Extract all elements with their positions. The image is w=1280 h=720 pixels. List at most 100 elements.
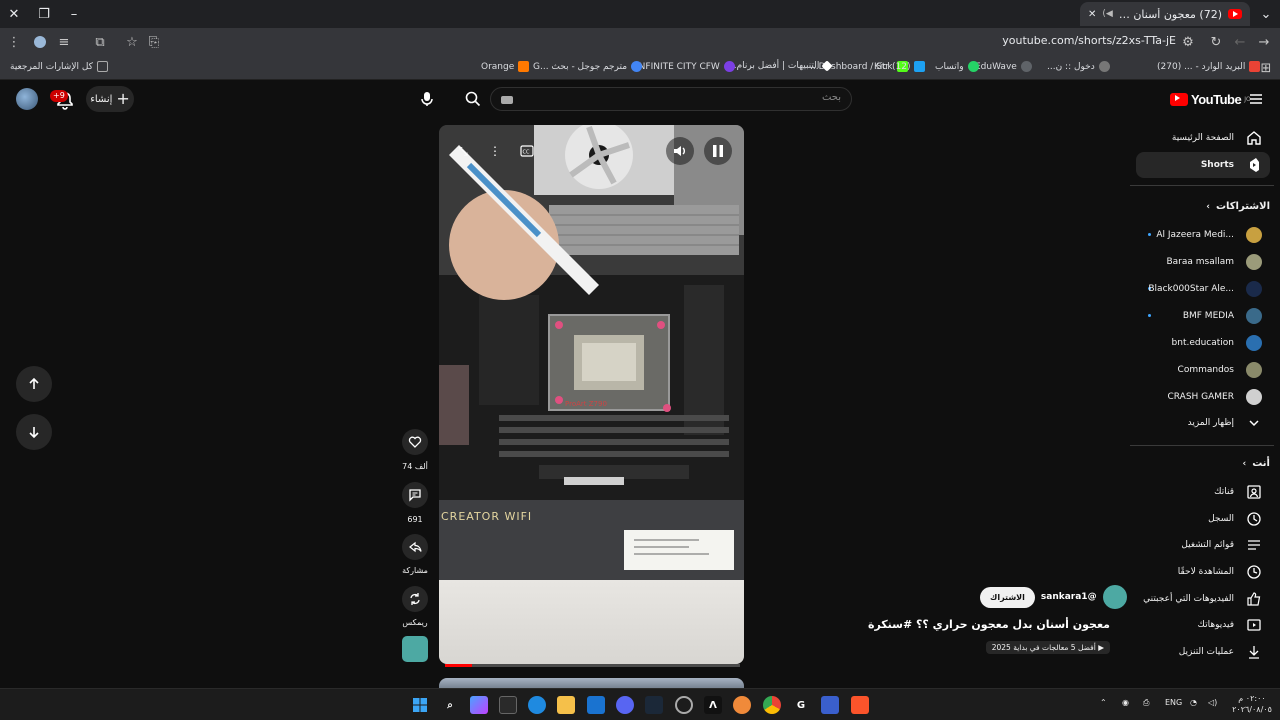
- subscriptions-header[interactable]: ‹ الاشتراكات: [1206, 201, 1270, 212]
- sidebar-item-downloads[interactable]: عمليات التنزيل: [1136, 639, 1270, 665]
- bookmark-item[interactable]: التنبيهات | أفضل برنام...: [728, 60, 834, 72]
- start-icon[interactable]: [411, 696, 429, 714]
- restore-window-icon[interactable]: ❐: [34, 4, 54, 24]
- bookmark-item[interactable]: البريد الوارد - ... (270): [1157, 61, 1261, 72]
- captions-icon[interactable]: CC: [513, 137, 541, 165]
- sidebar-item-history[interactable]: السجل: [1136, 506, 1270, 532]
- you-header[interactable]: ‹ أنت: [1243, 458, 1271, 469]
- back-icon[interactable]: →: [1254, 32, 1274, 52]
- tray-app-icon[interactable]: ◉: [1122, 698, 1129, 707]
- bookmark-item[interactable]: دخول :: ن...: [1047, 61, 1110, 72]
- audio-playing-icon[interactable]: ◀): [1102, 9, 1112, 19]
- channel-handle[interactable]: @sankara1: [1041, 592, 1097, 602]
- fullscreen-icon[interactable]: ⤡: [449, 137, 477, 165]
- store-icon[interactable]: [499, 696, 517, 714]
- sidebar-item-watch-later[interactable]: المشاهدة لاحقًا: [1136, 559, 1270, 585]
- discord-icon[interactable]: [616, 696, 634, 714]
- user-avatar[interactable]: [16, 88, 38, 110]
- edge-icon[interactable]: [528, 696, 546, 714]
- app-icon[interactable]: [821, 696, 839, 714]
- network-icon[interactable]: ◔: [1190, 698, 1197, 707]
- channel-avatar: [1246, 335, 1262, 351]
- site-settings-icon[interactable]: ⚙: [1178, 32, 1198, 52]
- reload-icon[interactable]: ↻: [1206, 32, 1226, 52]
- steam-icon[interactable]: [645, 696, 663, 714]
- shorts-video-player[interactable]: CREATOR WIFI ProArt Z790 ⤡ ⋮ CC: [439, 125, 744, 664]
- sidebar-item-your-videos[interactable]: فيديوهاتك: [1136, 612, 1270, 638]
- volume-tray-icon[interactable]: ◁): [1208, 698, 1217, 707]
- close-tab-icon[interactable]: ✕: [1088, 9, 1096, 20]
- short-title[interactable]: معجون أسنان بدل معجون حراري ؟؟ #سنكرة: [868, 618, 1110, 631]
- app-icon[interactable]: Λ: [704, 696, 722, 714]
- mail-icon[interactable]: [587, 696, 605, 714]
- search-icon[interactable]: ⌕: [441, 696, 459, 714]
- brave-icon[interactable]: [851, 696, 869, 714]
- video-progress-bar[interactable]: [445, 664, 740, 667]
- bookmark-item[interactable]: EduWave: [975, 61, 1032, 72]
- microphone-icon[interactable]: ⎙: [1143, 698, 1149, 708]
- file-explorer-icon[interactable]: [557, 696, 575, 714]
- bookmark-item[interactable]: INFINITE CITY CFW: [636, 61, 735, 72]
- share-page-icon[interactable]: ⎘: [144, 32, 164, 52]
- bookmark-label: التنبيهات | أفضل برنام...: [728, 61, 820, 71]
- all-bookmarks-link[interactable]: كل الإشارات المرجعية: [10, 61, 108, 72]
- youtube-logo[interactable]: YouTube JO: [1170, 92, 1251, 107]
- browser-menu-icon[interactable]: ⋮: [4, 32, 24, 52]
- bookmark-star-icon[interactable]: ☆: [122, 32, 142, 52]
- create-button[interactable]: + إنشاء: [86, 86, 134, 112]
- show-more-button[interactable]: إظهار المزيد: [1136, 410, 1270, 436]
- sidebar-item-your-channel[interactable]: قناتك: [1136, 479, 1270, 505]
- sidebar-channel[interactable]: CRASH GAMER: [1136, 384, 1270, 410]
- apps-grid-icon[interactable]: ⊞: [1256, 58, 1276, 78]
- channel-avatar[interactable]: [1102, 585, 1127, 609]
- like-button[interactable]: [402, 429, 428, 455]
- voice-search-icon[interactable]: [413, 85, 441, 113]
- copilot-icon[interactable]: [470, 696, 488, 714]
- search-input[interactable]: بحث: [490, 87, 852, 111]
- remix-button[interactable]: [402, 586, 428, 612]
- chrome-icon[interactable]: [763, 696, 781, 714]
- language-indicator[interactable]: ENG: [1165, 698, 1182, 707]
- address-bar[interactable]: youtube.com/shorts/z2xs-TTa-jE: [1000, 34, 1176, 47]
- sidebar-item-liked-videos[interactable]: الفيديوهات التي أعجبتني: [1136, 586, 1270, 612]
- profile-icon[interactable]: [30, 32, 50, 52]
- browser-tab-active[interactable]: (72) معجون أسنان بدل معج... ◀) ✕: [1080, 2, 1250, 26]
- share-button[interactable]: [402, 534, 428, 560]
- sidebar-item-playlists[interactable]: قوائم التشغيل: [1136, 532, 1270, 558]
- show-hidden-icons[interactable]: ⌃: [1100, 698, 1107, 707]
- sidebar-channel[interactable]: Al Jazeera Medi...: [1136, 222, 1270, 248]
- minimize-window-icon[interactable]: –: [64, 4, 84, 24]
- tab-search-icon[interactable]: ⌄: [1256, 4, 1276, 24]
- close-window-icon[interactable]: ✕: [4, 4, 24, 24]
- sidebar-channel[interactable]: bnt.education: [1136, 330, 1270, 356]
- bookmark-item[interactable]: Orange: [481, 61, 530, 72]
- subscribe-button[interactable]: الاشتراك: [980, 586, 1035, 608]
- next-short-button[interactable]: [16, 414, 52, 450]
- extensions-icon[interactable]: ⧉: [90, 32, 110, 52]
- more-options-icon[interactable]: ⋮: [481, 137, 509, 165]
- app-icon[interactable]: G: [792, 696, 810, 714]
- sidebar-channel[interactable]: BMF MEDIA: [1136, 303, 1270, 329]
- pause-icon[interactable]: [704, 137, 732, 165]
- sidebar-item-home[interactable]: الصفحة الرئيسية: [1136, 125, 1270, 151]
- sidebar-channel[interactable]: Black000Star Ale...: [1136, 276, 1270, 302]
- reading-list-icon[interactable]: ≡: [54, 32, 74, 52]
- sound-thumbnail[interactable]: [402, 636, 428, 662]
- previous-short-button[interactable]: [16, 366, 52, 402]
- keyboard-icon[interactable]: [501, 96, 513, 104]
- sidebar-channel[interactable]: Commandos: [1136, 357, 1270, 383]
- playlist-chip[interactable]: ▶ أفضل 5 معالجات في بداية 2025: [985, 641, 1110, 654]
- search-button[interactable]: [455, 87, 491, 111]
- new-content-dot: [1148, 233, 1151, 236]
- comments-button[interactable]: [402, 482, 428, 508]
- sidebar-channel[interactable]: Baraa msallam: [1136, 249, 1270, 275]
- app-icon[interactable]: [733, 696, 751, 714]
- clock[interactable]: ٠٢:٠٠ م ٢٠٢٦/٠٨/٠٥: [1230, 693, 1274, 715]
- bookmark-item[interactable]: واتساب: [935, 61, 979, 72]
- hamburger-menu-icon[interactable]: [1246, 89, 1266, 109]
- settings-icon[interactable]: [675, 696, 693, 714]
- volume-icon[interactable]: [666, 137, 694, 165]
- sidebar-item-shorts[interactable]: Shorts: [1136, 152, 1270, 178]
- bookmark-item[interactable]: مترجم جوجل - بحث ...G: [533, 61, 643, 72]
- forward-icon[interactable]: ←: [1230, 32, 1250, 52]
